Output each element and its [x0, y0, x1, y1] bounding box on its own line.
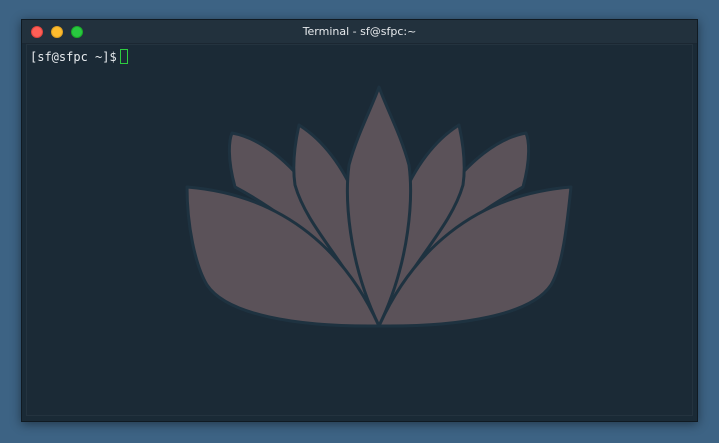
terminal-output[interactable]: [sf@sfpc ~]$: [26, 44, 693, 416]
title-bar[interactable]: Terminal - sf@sfpc:~: [22, 20, 697, 44]
prompt-line[interactable]: [sf@sfpc ~]$: [30, 48, 128, 66]
shell-prompt: [sf@sfpc ~]$: [30, 50, 117, 64]
lotus-icon: [185, 85, 573, 328]
desktop: Terminal - sf@sfpc:~ [sf@sfpc ~]$: [0, 0, 719, 443]
text-cursor: [119, 49, 128, 64]
window-title: Terminal - sf@sfpc:~: [302, 25, 417, 38]
terminal-window[interactable]: Terminal - sf@sfpc:~ [sf@sfpc ~]$: [21, 19, 698, 422]
